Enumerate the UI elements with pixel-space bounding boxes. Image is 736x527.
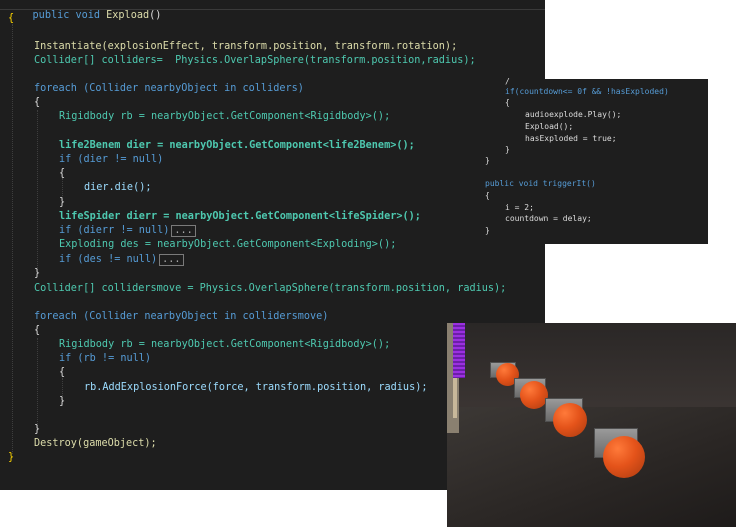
code-line[interactable]: Destroy(gameObject);: [34, 437, 157, 450]
code-line[interactable]: life2Benem dier = nearbyObject.GetCompon…: [59, 139, 415, 152]
purple-wall-accent: [453, 323, 465, 378]
indent-guide: [12, 24, 13, 454]
scene-floor: [447, 407, 736, 527]
code-line[interactable]: {: [8, 12, 14, 25]
code-line[interactable]: }: [8, 451, 14, 464]
sphere: [553, 403, 587, 437]
code-line[interactable]: {: [59, 366, 65, 379]
wall-pillar: [453, 378, 457, 418]
code-line[interactable]: hasExploded = true;: [525, 134, 617, 144]
code-line[interactable]: if (rb != null): [59, 352, 151, 365]
code-line[interactable]: public void triggerIt(): [485, 179, 596, 189]
code-line[interactable]: }: [34, 423, 40, 436]
code-line[interactable]: audioexplode.Play();: [525, 110, 621, 120]
indent-guide: [37, 110, 38, 272]
code-line[interactable]: }: [485, 226, 490, 236]
code-line[interactable]: if (dierr != null)...: [59, 224, 196, 237]
code-line[interactable]: rb.AddExplosionForce(force, transform.po…: [84, 381, 427, 394]
code-line[interactable]: foreach (Collider nearbyObject in collid…: [34, 310, 328, 323]
code-line[interactable]: i = 2;: [505, 203, 534, 213]
code-line[interactable]: if(countdown<= 0f && !hasExploded): [505, 87, 669, 97]
code-line[interactable]: Collider[] colliders= Physics.OverlapSph…: [34, 54, 476, 67]
code-line[interactable]: {: [505, 98, 510, 108]
code-line[interactable]: Rigidbody rb = nearbyObject.GetComponent…: [59, 338, 390, 351]
code-line[interactable]: Rigidbody rb = nearbyObject.GetComponent…: [59, 110, 390, 123]
code-line[interactable]: }: [34, 267, 40, 280]
code-line[interactable]: countdown = delay;: [505, 214, 592, 224]
sphere: [603, 436, 645, 478]
code-line[interactable]: {: [59, 167, 65, 180]
code-line[interactable]: Collider[] collidersmove = Physics.Overl…: [34, 282, 506, 295]
code-line[interactable]: Exploding des = nearbyObject.GetComponen…: [59, 238, 396, 251]
indent-guide: [37, 338, 38, 430]
code-line[interactable]: dier.die();: [84, 181, 151, 194]
method-signature[interactable]: public void Expload(): [8, 0, 162, 35]
code-snippet-panel: / if(countdown<= 0f && !hasExploded) { a…: [483, 77, 708, 244]
sphere: [520, 381, 548, 409]
code-line[interactable]: }: [505, 145, 510, 155]
code-line[interactable]: Expload();: [525, 122, 573, 132]
game-scene-view[interactable]: [447, 323, 736, 527]
collapsed-block-button[interactable]: ...: [159, 254, 184, 266]
code-line[interactable]: }: [59, 196, 65, 209]
code-line[interactable]: {: [34, 96, 40, 109]
code-line[interactable]: lifeSpider dierr = nearbyObject.GetCompo…: [59, 210, 421, 223]
code-line[interactable]: {: [34, 324, 40, 337]
code-line[interactable]: /: [505, 77, 510, 87]
code-line[interactable]: Instantiate(explosionEffect, transform.p…: [34, 40, 457, 53]
collapsed-block-button[interactable]: ...: [171, 225, 196, 237]
code-line[interactable]: if (des != null)...: [59, 253, 184, 266]
code-line[interactable]: {: [485, 191, 490, 201]
code-line[interactable]: }: [59, 395, 65, 408]
code-line[interactable]: foreach (Collider nearbyObject in collid…: [34, 82, 304, 95]
code-line[interactable]: if (dier != null): [59, 153, 163, 166]
code-line[interactable]: }: [485, 156, 490, 166]
